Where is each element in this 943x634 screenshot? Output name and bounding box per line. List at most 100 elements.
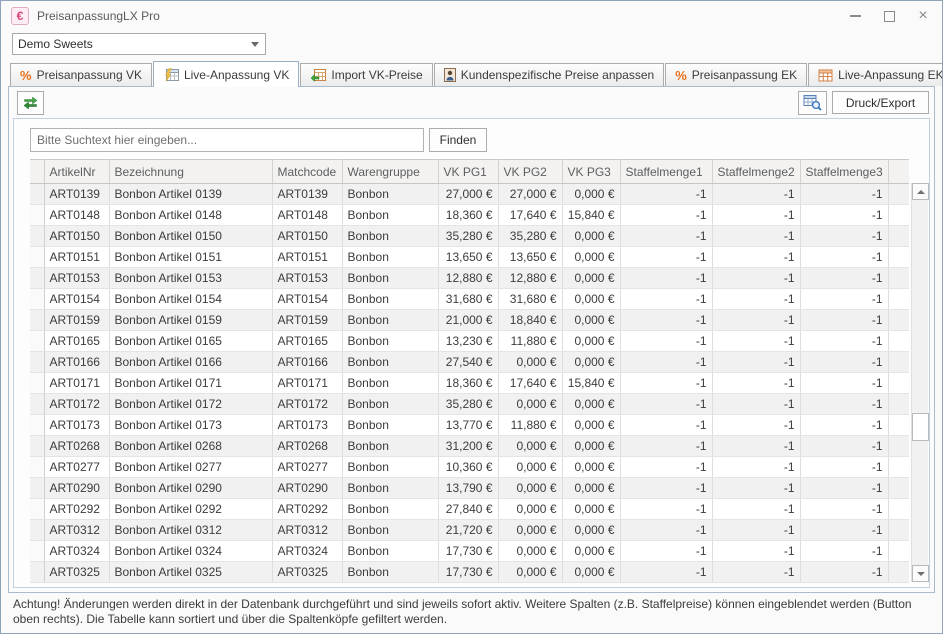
cell-matchcode[interactable]: ART0153 bbox=[272, 268, 342, 289]
cell-vk_pg3[interactable]: 0,000 € bbox=[562, 310, 620, 331]
cell-staffelmenge3[interactable]: -1 bbox=[800, 541, 888, 562]
cell-vk_pg2[interactable]: 35,280 € bbox=[498, 226, 562, 247]
column-header-staffelmenge3[interactable]: Staffelmenge3 bbox=[800, 160, 888, 184]
cell-staffelmenge2[interactable]: -1 bbox=[712, 541, 800, 562]
cell-vk_pg3[interactable]: 0,000 € bbox=[562, 415, 620, 436]
cell-bezeichnung[interactable]: Bonbon Artikel 0312 bbox=[109, 520, 272, 541]
cell-staffelmenge1[interactable]: -1 bbox=[620, 478, 712, 499]
close-button[interactable]: × bbox=[906, 2, 940, 30]
cell-staffelmenge3[interactable]: -1 bbox=[800, 415, 888, 436]
maximize-button[interactable] bbox=[872, 2, 906, 30]
cell-artikelnr[interactable]: ART0171 bbox=[44, 373, 109, 394]
cell-staffelmenge3[interactable]: -1 bbox=[800, 520, 888, 541]
cell-bezeichnung[interactable]: Bonbon Artikel 0139 bbox=[109, 184, 272, 205]
cell-staffelmenge2[interactable]: -1 bbox=[712, 436, 800, 457]
row-indicator[interactable] bbox=[30, 352, 44, 373]
cell-vk_pg3[interactable]: 0,000 € bbox=[562, 457, 620, 478]
cell-vk_pg1[interactable]: 13,650 € bbox=[438, 247, 498, 268]
cell-vk_pg2[interactable]: 17,640 € bbox=[498, 205, 562, 226]
refresh-button[interactable] bbox=[17, 91, 44, 115]
cell-warengruppe[interactable]: Bonbon bbox=[342, 205, 438, 226]
cell-vk_pg3[interactable]: 0,000 € bbox=[562, 268, 620, 289]
table-row[interactable]: ART0165Bonbon Artikel 0165ART0165Bonbon1… bbox=[30, 331, 909, 352]
cell-warengruppe[interactable]: Bonbon bbox=[342, 394, 438, 415]
cell-staffelmenge3[interactable]: -1 bbox=[800, 205, 888, 226]
cell-bezeichnung[interactable]: Bonbon Artikel 0173 bbox=[109, 415, 272, 436]
cell-vk_pg2[interactable]: 11,880 € bbox=[498, 415, 562, 436]
cell-staffelmenge3[interactable]: -1 bbox=[800, 289, 888, 310]
column-header-vk-pg1[interactable]: VK PG1 bbox=[438, 160, 498, 184]
cell-matchcode[interactable]: ART0150 bbox=[272, 226, 342, 247]
column-header-staffelmenge2[interactable]: Staffelmenge2 bbox=[712, 160, 800, 184]
cell-staffelmenge2[interactable]: -1 bbox=[712, 394, 800, 415]
cell-bezeichnung[interactable]: Bonbon Artikel 0325 bbox=[109, 562, 272, 583]
cell-matchcode[interactable]: ART0148 bbox=[272, 205, 342, 226]
column-header-vk-pg2[interactable]: VK PG2 bbox=[498, 160, 562, 184]
find-button[interactable]: Finden bbox=[429, 128, 487, 152]
cell-bezeichnung[interactable]: Bonbon Artikel 0172 bbox=[109, 394, 272, 415]
cell-warengruppe[interactable]: Bonbon bbox=[342, 352, 438, 373]
cell-bezeichnung[interactable]: Bonbon Artikel 0165 bbox=[109, 331, 272, 352]
row-indicator[interactable] bbox=[30, 205, 44, 226]
scrollbar-up-button[interactable] bbox=[912, 183, 929, 200]
cell-staffelmenge3[interactable]: -1 bbox=[800, 478, 888, 499]
cell-vk_pg2[interactable]: 0,000 € bbox=[498, 478, 562, 499]
cell-vk_pg2[interactable]: 0,000 € bbox=[498, 457, 562, 478]
cell-vk_pg1[interactable]: 17,730 € bbox=[438, 541, 498, 562]
cell-matchcode[interactable]: ART0139 bbox=[272, 184, 342, 205]
cell-staffelmenge2[interactable]: -1 bbox=[712, 520, 800, 541]
tab-preisanpassung-ek[interactable]: % Preisanpassung EK bbox=[665, 63, 807, 86]
cell-bezeichnung[interactable]: Bonbon Artikel 0154 bbox=[109, 289, 272, 310]
tab-live-anpassung-ek[interactable]: Live-Anpassung EK bbox=[808, 63, 943, 86]
table-row[interactable]: ART0292Bonbon Artikel 0292ART0292Bonbon2… bbox=[30, 499, 909, 520]
cell-artikelnr[interactable]: ART0139 bbox=[44, 184, 109, 205]
cell-warengruppe[interactable]: Bonbon bbox=[342, 226, 438, 247]
row-indicator[interactable] bbox=[30, 184, 44, 205]
cell-staffelmenge1[interactable]: -1 bbox=[620, 499, 712, 520]
row-indicator[interactable] bbox=[30, 310, 44, 331]
cell-staffelmenge3[interactable]: -1 bbox=[800, 184, 888, 205]
cell-staffelmenge2[interactable]: -1 bbox=[712, 226, 800, 247]
cell-vk_pg1[interactable]: 35,280 € bbox=[438, 226, 498, 247]
scrollbar-thumb[interactable] bbox=[912, 413, 929, 441]
tab-kundenspezifische-preise[interactable]: Kundenspezifische Preise anpassen bbox=[434, 63, 664, 86]
cell-staffelmenge3[interactable]: -1 bbox=[800, 226, 888, 247]
table-row[interactable]: ART0268Bonbon Artikel 0268ART0268Bonbon3… bbox=[30, 436, 909, 457]
cell-staffelmenge3[interactable]: -1 bbox=[800, 331, 888, 352]
cell-vk_pg3[interactable]: 15,840 € bbox=[562, 205, 620, 226]
cell-vk_pg3[interactable]: 0,000 € bbox=[562, 499, 620, 520]
cell-vk_pg3[interactable]: 0,000 € bbox=[562, 436, 620, 457]
table-row[interactable]: ART0172Bonbon Artikel 0172ART0172Bonbon3… bbox=[30, 394, 909, 415]
cell-bezeichnung[interactable]: Bonbon Artikel 0150 bbox=[109, 226, 272, 247]
table-row[interactable]: ART0151Bonbon Artikel 0151ART0151Bonbon1… bbox=[30, 247, 909, 268]
cell-staffelmenge1[interactable]: -1 bbox=[620, 373, 712, 394]
cell-artikelnr[interactable]: ART0172 bbox=[44, 394, 109, 415]
table-row[interactable]: ART0171Bonbon Artikel 0171ART0171Bonbon1… bbox=[30, 373, 909, 394]
cell-vk_pg1[interactable]: 13,790 € bbox=[438, 478, 498, 499]
table-row[interactable]: ART0290Bonbon Artikel 0290ART0290Bonbon1… bbox=[30, 478, 909, 499]
cell-vk_pg3[interactable]: 0,000 € bbox=[562, 352, 620, 373]
cell-staffelmenge3[interactable]: -1 bbox=[800, 436, 888, 457]
cell-staffelmenge3[interactable]: -1 bbox=[800, 247, 888, 268]
cell-bezeichnung[interactable]: Bonbon Artikel 0151 bbox=[109, 247, 272, 268]
cell-vk_pg1[interactable]: 27,840 € bbox=[438, 499, 498, 520]
cell-staffelmenge1[interactable]: -1 bbox=[620, 268, 712, 289]
table-row[interactable]: ART0324Bonbon Artikel 0324ART0324Bonbon1… bbox=[30, 541, 909, 562]
search-input[interactable] bbox=[30, 128, 424, 152]
cell-artikelnr[interactable]: ART0312 bbox=[44, 520, 109, 541]
cell-vk_pg2[interactable]: 13,650 € bbox=[498, 247, 562, 268]
row-indicator[interactable] bbox=[30, 478, 44, 499]
cell-vk_pg1[interactable]: 27,540 € bbox=[438, 352, 498, 373]
minimize-button[interactable] bbox=[838, 2, 872, 30]
cell-staffelmenge2[interactable]: -1 bbox=[712, 289, 800, 310]
cell-staffelmenge1[interactable]: -1 bbox=[620, 205, 712, 226]
row-indicator[interactable] bbox=[30, 541, 44, 562]
cell-matchcode[interactable]: ART0173 bbox=[272, 415, 342, 436]
cell-staffelmenge2[interactable]: -1 bbox=[712, 268, 800, 289]
row-indicator[interactable] bbox=[30, 499, 44, 520]
cell-staffelmenge2[interactable]: -1 bbox=[712, 562, 800, 583]
tab-preisanpassung-vk[interactable]: % Preisanpassung VK bbox=[10, 63, 152, 86]
cell-artikelnr[interactable]: ART0154 bbox=[44, 289, 109, 310]
cell-staffelmenge1[interactable]: -1 bbox=[620, 247, 712, 268]
cell-vk_pg1[interactable]: 12,880 € bbox=[438, 268, 498, 289]
